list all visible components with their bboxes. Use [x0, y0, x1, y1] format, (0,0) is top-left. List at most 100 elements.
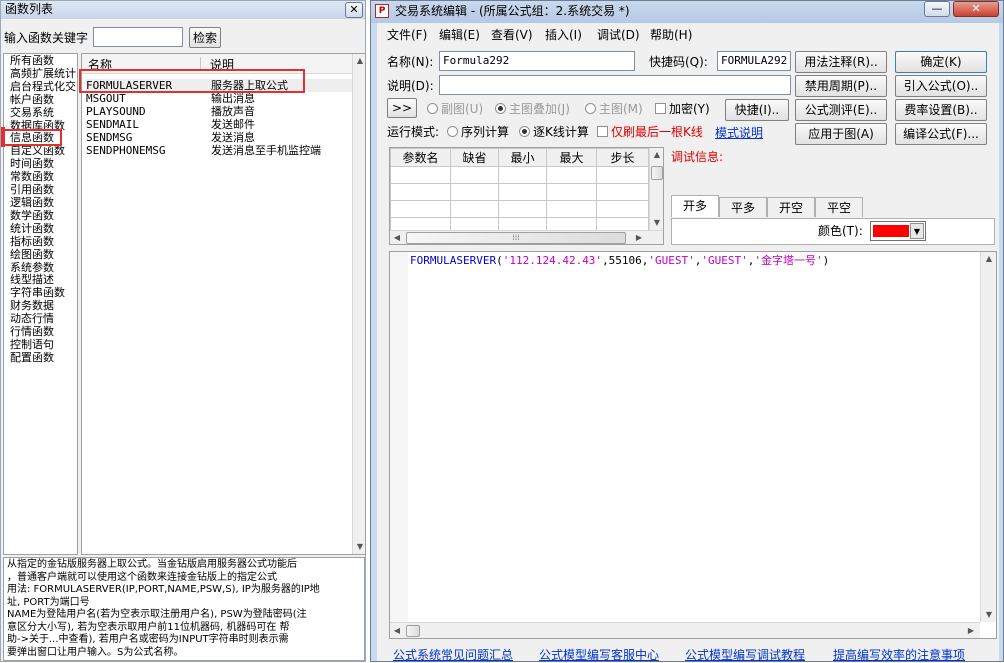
function-row[interactable]: MSGOUT 输出消息	[86, 92, 354, 105]
checkbox-icon	[655, 103, 666, 114]
menu-view[interactable]: 查看(V)	[491, 27, 533, 43]
category-item[interactable]: 帐户函数	[4, 93, 77, 107]
mode-help-link[interactable]: 模式说明	[715, 124, 763, 141]
code-editor[interactable]: FORMULASERVER('112.124.42.43',55106,'GUE…	[389, 251, 997, 639]
import-formula-button[interactable]: 引入公式(O)..	[895, 75, 987, 97]
params-hscroll[interactable]: ◀ ⁞⁞⁞ ▶	[390, 230, 663, 244]
radio-mainchart[interactable]: 主图(M)	[585, 101, 643, 117]
category-item[interactable]: 行情函数	[4, 325, 77, 339]
function-list-scrollbar[interactable]: ▲ ▼	[352, 54, 365, 554]
fee-settings-button[interactable]: 费率设置(B)..	[895, 99, 987, 121]
function-desc: 发送消息至手机监控端	[211, 144, 321, 157]
tab-open-short[interactable]: 开空	[767, 197, 815, 217]
category-item[interactable]: 启台程式化交	[4, 80, 77, 94]
category-item[interactable]: 配置函数	[4, 351, 77, 365]
apply-to-chart-button[interactable]: 应用于图(A)	[795, 123, 887, 145]
scroll-down-icon[interactable]: ▼	[650, 216, 663, 230]
function-row[interactable]: SENDMAIL 发送邮件	[86, 118, 354, 131]
scroll-right-icon[interactable]: ▶	[964, 624, 978, 638]
run-mode-label: 运行模式:	[387, 125, 440, 139]
compile-formula-button[interactable]: 编译公式(F)...	[895, 123, 987, 145]
desc-field[interactable]	[439, 75, 791, 95]
disable-period-button[interactable]: 禁用周期(P)..	[795, 75, 887, 97]
category-item[interactable]: 高频扩展统计	[4, 67, 77, 81]
radio-selected-icon	[519, 126, 530, 137]
menu-edit[interactable]: 编辑(E)	[439, 27, 480, 43]
radio-sequence[interactable]: 序列计算	[447, 124, 509, 140]
menu-bar: 文件(F) 编辑(E) 查看(V) 插入(I) 调试(D) 帮助(H)	[377, 23, 999, 45]
category-item[interactable]: 指标函数	[4, 235, 77, 249]
function-row[interactable]: PLAYSOUND 播放声音	[86, 105, 354, 118]
category-item[interactable]: 绘图函数	[4, 248, 77, 262]
formula-eval-button[interactable]: 公式测评(E)..	[795, 99, 887, 121]
close-icon[interactable]: ✕	[953, 1, 999, 17]
search-input[interactable]	[93, 27, 183, 47]
scroll-right-icon[interactable]: ▶	[632, 231, 646, 244]
signal-tabs: 开多 平多 开空 平空	[669, 195, 995, 219]
category-item[interactable]: 所有函数	[4, 54, 77, 68]
category-item[interactable]: 统计函数	[4, 222, 77, 236]
last-kline-checkbox[interactable]: 仅刷最后一根K线	[597, 124, 703, 140]
function-row[interactable]: SENDPHONEMSG 发送消息至手机监控端	[86, 144, 354, 157]
help-text: 从指定的金钻版服务器上取公式。当金钻版启用服务器公式功能后 ，普通客户端就可以使…	[3, 557, 365, 661]
scroll-thumb[interactable]: ⁞⁞⁞	[406, 232, 626, 244]
quick-button[interactable]: 快捷(I)..	[725, 99, 789, 121]
chevron-down-icon[interactable]: ▼	[910, 223, 924, 239]
color-picker[interactable]: ▼	[870, 221, 926, 241]
encrypt-checkbox[interactable]: 加密(Y)	[655, 101, 710, 117]
tab-content: 颜色(T): ▼	[671, 218, 995, 245]
param-col-default: 缺省	[450, 148, 499, 167]
scroll-up-icon[interactable]: ▲	[982, 252, 996, 266]
code-hscroll[interactable]: ◀ ▶	[390, 622, 980, 638]
radio-subchart[interactable]: 副图(U)	[427, 101, 483, 117]
close-icon[interactable]: ✕	[345, 2, 363, 18]
scroll-thumb[interactable]	[651, 166, 663, 180]
minimize-icon[interactable]: —	[924, 1, 950, 17]
search-label: 输入函数关键字	[4, 31, 89, 45]
search-button[interactable]: 检索	[189, 27, 221, 48]
tab-close-short[interactable]: 平空	[815, 197, 863, 217]
param-col-max: 最大	[546, 148, 597, 167]
menu-file[interactable]: 文件(F)	[387, 27, 427, 43]
category-item[interactable]: 交易系统	[4, 106, 77, 120]
param-row[interactable]	[390, 166, 649, 184]
ok-button[interactable]: 确定(K)	[895, 51, 987, 73]
tab-open-long[interactable]: 开多	[671, 195, 719, 217]
name-field[interactable]: Formula292	[439, 51, 635, 71]
desc-label: 说明(D):	[387, 79, 434, 93]
radio-icon	[585, 103, 596, 114]
menu-debug[interactable]: 调试(D)	[597, 27, 640, 43]
scroll-down-icon[interactable]: ▼	[982, 608, 996, 622]
usage-notes-button[interactable]: 用法注释(R)..	[795, 51, 887, 73]
code-vscroll[interactable]: ▲ ▼	[980, 252, 996, 622]
radio-overlay[interactable]: 主图叠加(J)	[495, 101, 570, 117]
help-line: 从指定的金钻版服务器上取公式。当金钻版启用服务器公式功能后	[7, 559, 297, 570]
menu-insert[interactable]: 插入(I)	[545, 27, 582, 43]
scroll-left-icon[interactable]: ◀	[390, 231, 404, 244]
menu-help[interactable]: 帮助(H)	[650, 27, 692, 43]
footer-link-faq[interactable]: 公式系统常见问题汇总	[393, 646, 513, 663]
scroll-left-icon[interactable]: ◀	[390, 624, 404, 638]
radio-per-kline[interactable]: 逐K线计算	[519, 124, 589, 140]
footer-link-support[interactable]: 公式模型编写客服中心	[539, 646, 659, 663]
scroll-down-icon[interactable]: ▼	[353, 540, 365, 554]
scroll-thumb[interactable]	[406, 625, 420, 637]
params-vscroll[interactable]: ▲ ▼	[649, 148, 663, 230]
footer-link-tutorial[interactable]: 公式模型编写调试教程	[685, 646, 805, 663]
tab-close-long[interactable]: 平多	[719, 197, 767, 217]
category-item[interactable]: 数学函数	[4, 209, 77, 223]
param-row[interactable]	[390, 183, 649, 201]
param-row[interactable]	[390, 200, 649, 218]
code-name: '金字塔一号'	[754, 254, 823, 267]
category-highlight	[2, 129, 62, 146]
shortcut-field[interactable]: FORMULA292	[717, 51, 791, 71]
scroll-up-icon[interactable]: ▲	[353, 54, 365, 68]
expand-button[interactable]: >>	[387, 98, 417, 118]
footer-link-efficiency[interactable]: 提高编写效率的注意事项	[833, 646, 965, 663]
category-item[interactable]: 控制语句	[4, 338, 77, 352]
category-item[interactable]: 逻辑函数	[4, 196, 77, 210]
function-row[interactable]: SENDMSG 发送消息	[86, 131, 354, 144]
scroll-up-icon[interactable]: ▲	[650, 148, 663, 162]
color-swatch	[873, 225, 909, 237]
code-line: FORMULASERVER('112.124.42.43',55106,'GUE…	[410, 254, 829, 268]
